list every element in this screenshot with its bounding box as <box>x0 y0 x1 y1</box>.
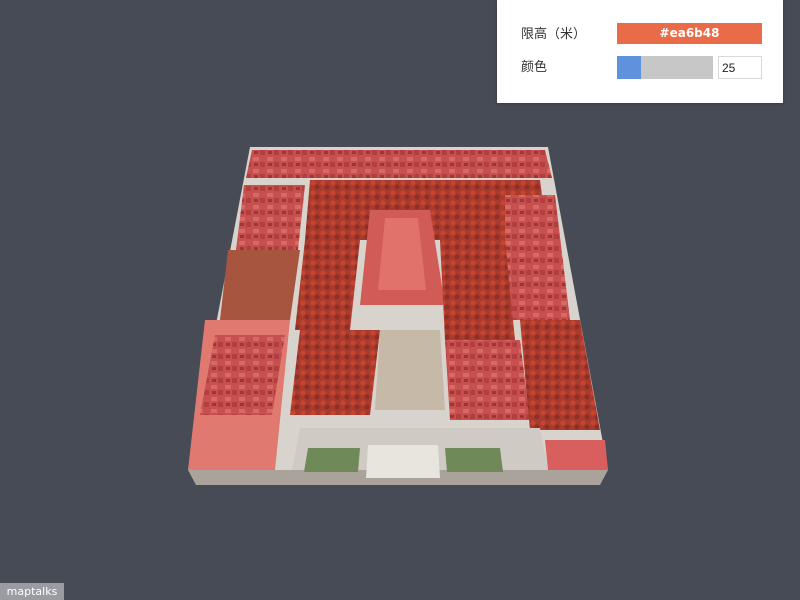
height-color-value: #ea6b48 <box>659 26 720 40</box>
color-slider[interactable] <box>617 56 713 79</box>
plaza-gate <box>366 445 440 478</box>
color-label: 颜色 <box>521 60 548 75</box>
height-limit-row: 限高（米） #ea6b48 <box>497 23 783 47</box>
building-block <box>445 340 530 420</box>
building-block <box>440 240 515 340</box>
control-panel: 限高（米） #ea6b48 颜色 <box>497 0 783 103</box>
pagoda-top <box>378 218 426 290</box>
green-lawn <box>445 448 503 472</box>
building-block <box>545 440 608 470</box>
building-block <box>520 320 600 430</box>
building-block <box>236 185 305 250</box>
color-row: 颜色 <box>497 56 783 80</box>
maptalks-watermark: maptalks <box>0 583 64 600</box>
building-block <box>246 150 552 178</box>
building-block <box>295 240 360 330</box>
map-viewport[interactable]: 限高（米） #ea6b48 颜色 maptalks <box>0 0 800 600</box>
color-slider-input[interactable] <box>718 56 762 79</box>
building-block <box>290 330 380 415</box>
building-block <box>375 330 445 410</box>
height-color-picker[interactable]: #ea6b48 <box>617 23 762 44</box>
building-block <box>220 250 300 320</box>
color-slider-fill <box>617 56 641 79</box>
green-lawn <box>304 448 360 472</box>
height-limit-label: 限高（米） <box>521 27 587 42</box>
building-block <box>200 335 285 415</box>
